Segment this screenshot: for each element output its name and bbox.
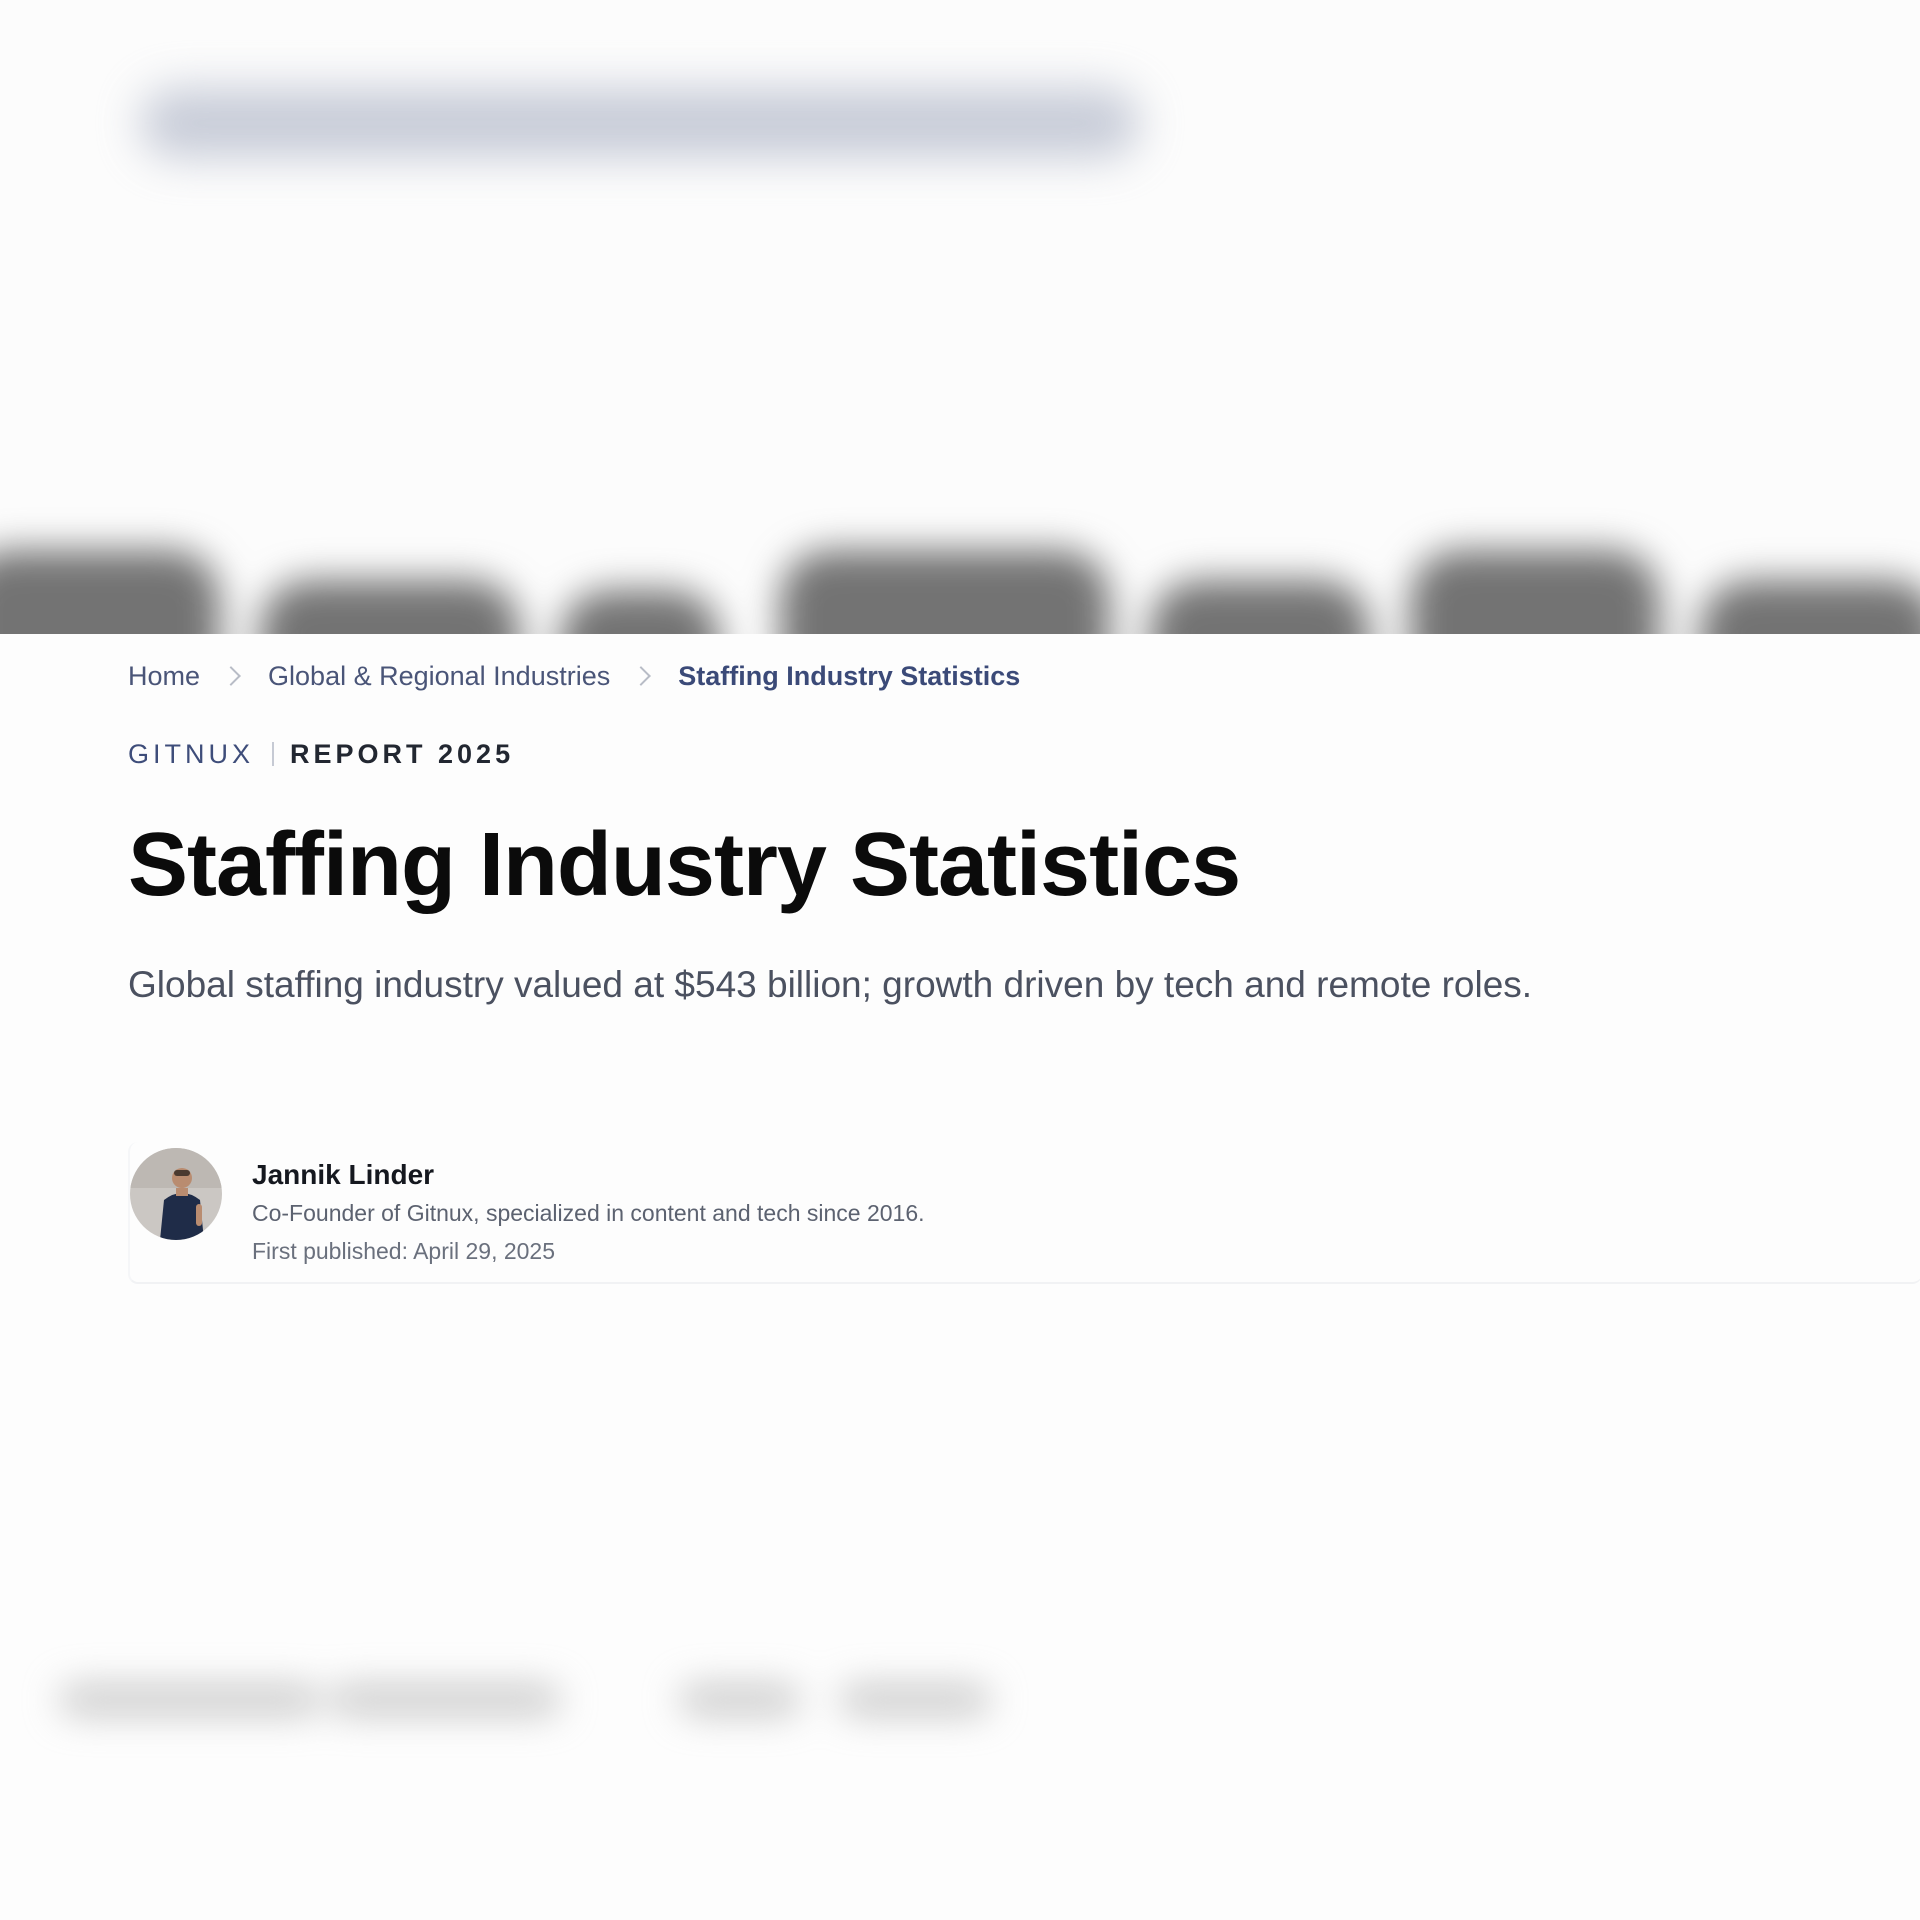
page: Home Global & Regional Industries Staffi… bbox=[0, 0, 1920, 1920]
breadcrumb-home-link[interactable]: Home bbox=[128, 661, 200, 692]
chevron-right-icon bbox=[631, 666, 652, 686]
author-card: Jannik Linder Co-Founder of Gitnux, spec… bbox=[128, 1142, 1920, 1284]
blurred-footer-region bbox=[0, 1655, 1920, 1745]
author-bio: Co-Founder of Gitnux, specialized in con… bbox=[252, 1200, 925, 1226]
article-header: Home Global & Regional Industries Staffi… bbox=[128, 652, 1920, 1284]
chevron-right-icon bbox=[221, 666, 241, 686]
blurred-hero-text bbox=[0, 510, 1920, 634]
breadcrumb-category-link[interactable]: Global & Regional Industries bbox=[268, 661, 610, 692]
author-info: Jannik Linder Co-Founder of Gitnux, spec… bbox=[252, 1158, 925, 1266]
published-date: First published: April 29, 2025 bbox=[252, 1238, 556, 1264]
brand-label: GITNUX bbox=[128, 738, 255, 769]
author-name[interactable]: Jannik Linder bbox=[252, 1158, 925, 1192]
breadcrumb: Home Global & Regional Industries Staffi… bbox=[128, 652, 1920, 700]
blurred-header-region bbox=[0, 0, 1920, 634]
breadcrumb-current[interactable]: Staffing Industry Statistics bbox=[678, 661, 1020, 692]
page-subtitle: Global staffing industry valued at $543 … bbox=[128, 964, 1533, 1005]
report-label: REPORT 2025 bbox=[290, 738, 515, 769]
kicker-divider bbox=[272, 742, 275, 766]
avatar[interactable] bbox=[130, 1148, 222, 1240]
report-kicker: GITNUX REPORT 2025 bbox=[128, 734, 1920, 774]
page-title: Staffing Industry Statistics bbox=[128, 815, 1241, 915]
blurred-header-bar bbox=[140, 88, 1140, 158]
